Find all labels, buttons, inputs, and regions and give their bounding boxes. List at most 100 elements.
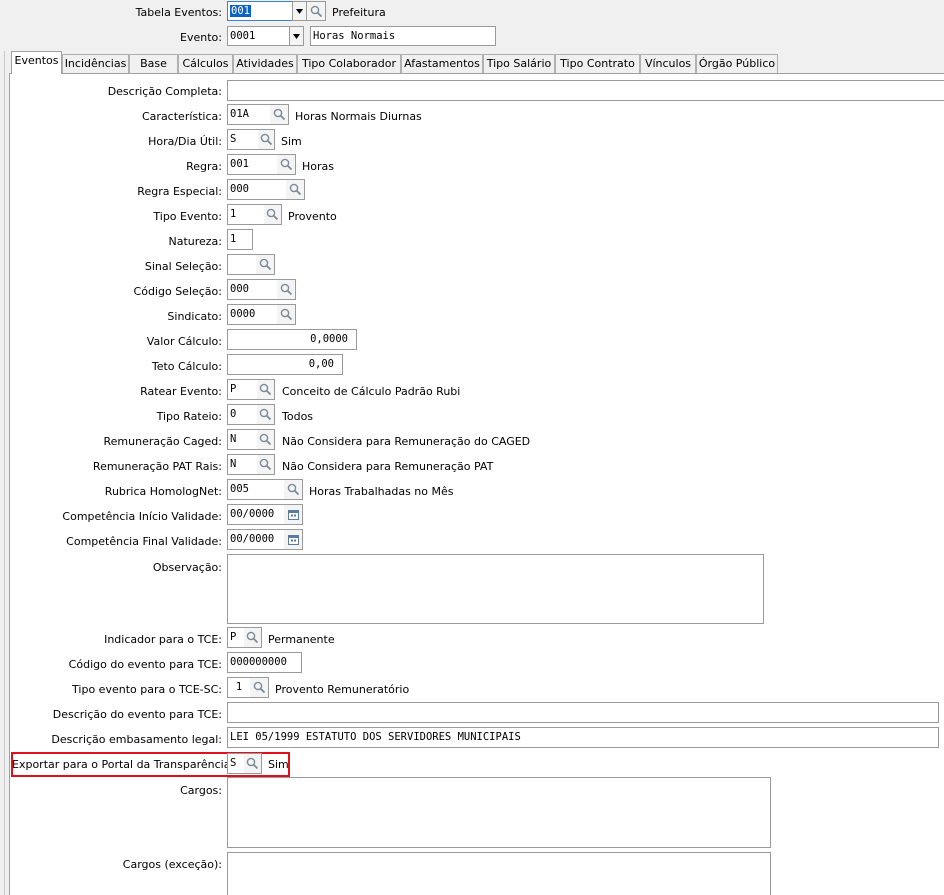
tab-vinculos[interactable]: Vínculos — [640, 54, 696, 73]
search-icon — [273, 108, 285, 121]
tipo-rateio-input[interactable]: 0 — [227, 404, 258, 425]
tabela-eventos-input[interactable]: 001 — [227, 1, 293, 21]
remuneracao-pat-search[interactable] — [257, 454, 275, 475]
hora-dia-util-search[interactable] — [258, 129, 275, 150]
regra-especial-search[interactable] — [286, 179, 305, 200]
competencia-final-label: Competência Final Validade: — [66, 535, 222, 548]
tab-tipo-salario[interactable]: Tipo Salário — [483, 54, 555, 73]
remuneracao-caged-label: Remuneração Caged: — [103, 435, 222, 448]
tipo-rateio-search[interactable] — [257, 404, 275, 425]
descricao-evento-tce-label: Descrição do evento para TCE: — [52, 708, 222, 721]
tab-tipo-contrato[interactable]: Tipo Contrato — [555, 54, 640, 73]
rubrica-homolognet-search[interactable] — [284, 479, 303, 500]
natureza-label: Natureza: — [168, 235, 222, 248]
search-icon — [259, 258, 271, 271]
search-icon — [280, 283, 292, 296]
descricao-evento-tce-input[interactable] — [227, 702, 939, 723]
calendar-icon — [287, 510, 299, 520]
remuneracao-caged-desc: Não Considera para Remuneração do CAGED — [282, 435, 531, 448]
exportar-portal-input[interactable]: S — [227, 753, 245, 774]
evento-dropdown[interactable] — [289, 26, 304, 46]
tabela-eventos-value: 001 — [230, 5, 251, 17]
caracteristica-search[interactable] — [270, 104, 289, 125]
rubrica-homolognet-input[interactable]: 005 — [227, 479, 285, 500]
cargos-excecao-label: Cargos (exceção): — [122, 858, 222, 871]
codigo-selecao-input[interactable]: 000 — [227, 279, 278, 300]
tipo-evento-label: Tipo Evento: — [153, 210, 222, 223]
tipo-rateio-desc: Todos — [282, 410, 314, 423]
cargos-textarea[interactable] — [227, 777, 771, 848]
remuneracao-caged-input[interactable]: N — [227, 429, 258, 450]
competencia-final-calendar[interactable] — [284, 529, 303, 550]
tab-tipo-colaborador[interactable]: Tipo Colaborador — [297, 54, 401, 73]
descricao-embasamento-input[interactable]: LEI 05/1999 ESTATUTO DOS SERVIDORES MUNI… — [227, 727, 939, 748]
valor-calculo-input[interactable]: 0,0000 — [227, 329, 357, 350]
search-icon — [280, 308, 292, 321]
remuneracao-pat-label: Remuneração PAT Rais: — [92, 460, 222, 473]
sindicato-search[interactable] — [277, 304, 296, 325]
search-icon — [289, 183, 301, 196]
search-icon — [310, 5, 322, 17]
sinal-selecao-input[interactable] — [227, 254, 257, 275]
indicador-tce-input[interactable]: P — [227, 627, 245, 648]
tabela-eventos-search[interactable] — [307, 1, 326, 21]
observacao-textarea[interactable] — [227, 554, 764, 624]
codigo-selecao-search[interactable] — [277, 279, 296, 300]
evento-label: Evento: — [180, 31, 222, 44]
tabela-eventos-label: Tabela Eventos: — [135, 6, 222, 19]
sinal-selecao-search[interactable] — [256, 254, 275, 275]
codigo-selecao-label: Código Seleção: — [133, 285, 222, 298]
search-icon — [280, 158, 292, 171]
tab-incidencias[interactable]: Incidências — [62, 54, 129, 73]
tab-calculos[interactable]: Cálculos — [178, 54, 233, 73]
caracteristica-input[interactable]: 01A — [227, 104, 271, 125]
descricao-completa-input[interactable] — [227, 80, 944, 101]
regra-especial-input[interactable]: 000 — [227, 179, 287, 200]
search-icon — [259, 408, 272, 421]
tipo-evento-search[interactable] — [264, 204, 282, 225]
tab-afastamentos[interactable]: Afastamentos — [401, 54, 483, 73]
caracteristica-label: Característica: — [142, 110, 222, 123]
regra-input[interactable]: 001 — [227, 154, 278, 175]
observacao-label: Observação: — [152, 561, 222, 574]
competencia-inicio-input[interactable]: 00/0000 — [227, 504, 285, 525]
regra-search[interactable] — [277, 154, 296, 175]
teto-calculo-input[interactable]: 0,00 — [227, 354, 343, 375]
sindicato-input[interactable]: 0000 — [227, 304, 278, 325]
descricao-embasamento-label: Descrição embasamento legal: — [51, 733, 222, 746]
tab-atividades[interactable]: Atividades — [233, 54, 297, 73]
indicador-tce-search[interactable] — [244, 627, 262, 648]
remuneracao-pat-input[interactable]: N — [227, 454, 258, 475]
codigo-evento-tce-input[interactable]: 000000000 — [227, 652, 302, 673]
regra-desc: Horas — [302, 160, 334, 173]
tabela-eventos-dropdown[interactable] — [292, 1, 307, 21]
sindicato-label: Sindicato: — [167, 310, 222, 323]
evento-desc-field[interactable]: Horas Normais — [310, 26, 496, 46]
ratear-evento-label: Ratear Evento: — [140, 385, 222, 398]
search-icon — [287, 483, 299, 496]
hora-dia-util-input[interactable]: S — [227, 129, 259, 150]
competencia-final-input[interactable]: 00/0000 — [227, 529, 285, 550]
ratear-evento-search[interactable] — [257, 379, 275, 400]
ratear-evento-input[interactable]: P — [227, 379, 258, 400]
rubrica-homolognet-desc: Horas Trabalhadas no Mês — [309, 485, 454, 498]
search-icon — [259, 433, 272, 446]
exportar-portal-search[interactable] — [244, 753, 262, 774]
tabela-eventos-desc: Prefeitura — [332, 6, 386, 19]
remuneracao-caged-search[interactable] — [257, 429, 275, 450]
hora-dia-util-desc: Sim — [281, 135, 302, 148]
evento-input[interactable]: 0001 — [227, 26, 290, 46]
tipo-evento-input[interactable]: 1 — [227, 204, 265, 225]
search-icon — [246, 631, 259, 644]
tab-orgao-publico[interactable]: Órgão Público — [696, 54, 778, 73]
tipo-evento-tce-sc-input[interactable]: 1 — [227, 677, 251, 698]
tab-eventos[interactable]: Eventos — [11, 51, 62, 74]
tipo-evento-tce-sc-search[interactable] — [250, 677, 269, 698]
natureza-input[interactable]: 1 — [227, 229, 253, 250]
search-icon — [266, 208, 279, 221]
cargos-excecao-textarea[interactable] — [227, 852, 771, 895]
caracteristica-desc: Horas Normais Diurnas — [295, 110, 422, 123]
tipo-evento-tce-sc-label: Tipo evento para o TCE-SC: — [72, 683, 222, 696]
competencia-inicio-calendar[interactable] — [284, 504, 303, 525]
tab-base[interactable]: Base — [129, 54, 178, 73]
